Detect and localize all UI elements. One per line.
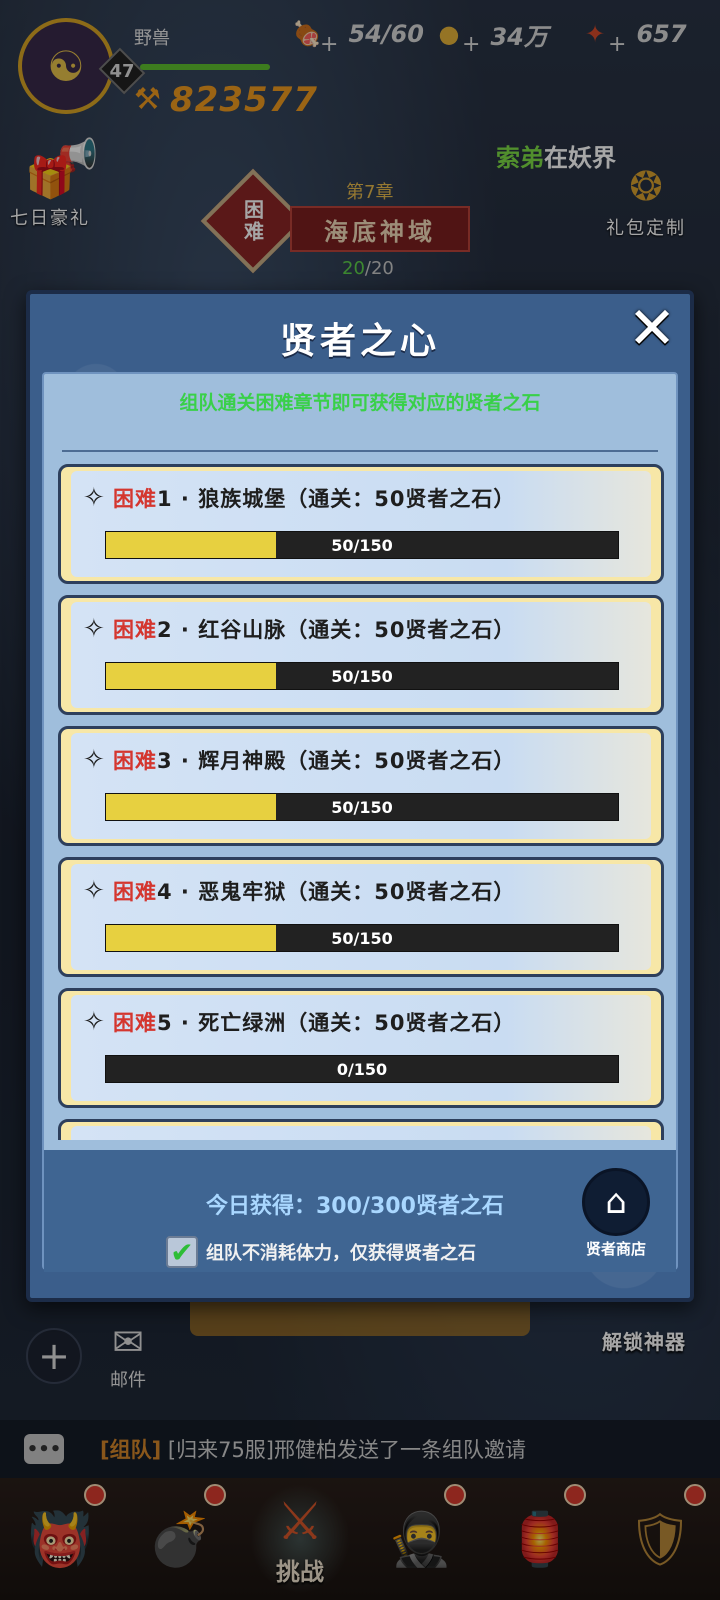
progress-text: 0/150: [336, 1059, 388, 1079]
chapter-item-name: 3 · 辉月神殿（通关：50贤者之石）: [157, 749, 516, 773]
chapter-item-difficulty: 困难: [113, 880, 157, 904]
chapter-item: ✧ 困难4 · 恶鬼牢狱（通关：50贤者之石） 50/150: [58, 857, 664, 977]
chapter-item-name: 4 · 恶鬼牢狱（通关：50贤者之石）: [157, 880, 516, 904]
chapter-item-name: 1 · 狼族城堡（通关：50贤者之石）: [157, 487, 516, 511]
item-band: [71, 1126, 651, 1140]
chapter-item-partial: [58, 1119, 664, 1140]
no-stamina-checkbox[interactable]: ✔: [166, 1235, 198, 1269]
chapter-item: ✧ 困难2 · 红谷山脉（通关：50贤者之石） 50/150: [58, 595, 664, 715]
shuriken-icon: ✧: [83, 745, 105, 775]
modal-title: 贤者之心: [279, 321, 440, 362]
progress-bar: 50/150: [105, 793, 619, 821]
chapter-item-title: 困难4 · 恶鬼牢狱（通关：50贤者之石）: [113, 876, 515, 906]
chapter-item-title: 困难2 · 红谷山脉（通关：50贤者之石）: [113, 614, 515, 644]
shuriken-icon: ✧: [83, 1007, 105, 1037]
chapter-item-difficulty: 困难: [113, 749, 157, 773]
chapter-list[interactable]: ✧ 困难1 · 狼族城堡（通关：50贤者之石） 50/150 ✧ 困难2 · 红谷山脉（…: [58, 464, 664, 1140]
chapter-item-difficulty: 困难: [113, 487, 157, 511]
today-earned: 今日获得：300/300贤者之石: [206, 1194, 504, 1219]
progress-bar: 50/150: [105, 924, 619, 952]
chapter-item-difficulty: 困难: [113, 1011, 157, 1035]
shuriken-icon: ✧: [83, 876, 105, 906]
divider: [62, 450, 658, 452]
chapter-item-name: 2 · 红谷山脉（通关：50贤者之石）: [157, 618, 516, 642]
sage-shop-button[interactable]: ⌂ 贤者商店: [574, 1168, 658, 1260]
modal-content: 组队通关困难章节即可获得对应的贤者之石 ✧ 困难1 · 狼族城堡（通关：50贤者之…: [42, 372, 678, 1272]
progress-bar: 50/150: [105, 531, 619, 559]
chapter-item-title: 困难3 · 辉月神殿（通关：50贤者之石）: [113, 745, 515, 775]
close-button[interactable]: ✕: [620, 294, 684, 362]
modal-subtitle: 组队通关困难章节即可获得对应的贤者之石: [179, 392, 541, 414]
sage-heart-modal: 贤者之心 ✕ 组队通关困难章节即可获得对应的贤者之石 ✧ 困难1 · 狼族城堡（通…: [26, 290, 694, 1302]
chapter-item-title: 困难1 · 狼族城堡（通关：50贤者之石）: [113, 483, 515, 513]
shuriken-icon: ✧: [83, 614, 105, 644]
chapter-item-title: 困难5 · 死亡绿洲（通关：50贤者之石）: [113, 1007, 515, 1037]
no-stamina-label: 组队不消耗体力，仅获得贤者之石: [206, 1243, 476, 1264]
progress-bar: 0/150: [105, 1055, 619, 1083]
progress-text: 50/150: [331, 797, 393, 817]
shop-icon: ⌂: [582, 1168, 650, 1236]
modal-footer: 今日获得：300/300贤者之石 ✔ 组队不消耗体力，仅获得贤者之石 ⌂ 贤者商…: [44, 1150, 676, 1272]
shuriken-icon: ✧: [83, 483, 105, 513]
chapter-item: ✧ 困难1 · 狼族城堡（通关：50贤者之石） 50/150: [58, 464, 664, 584]
chapter-item-name: 5 · 死亡绿洲（通关：50贤者之石）: [157, 1011, 516, 1035]
progress-text: 50/150: [331, 535, 393, 555]
sage-shop-label: 贤者商店: [585, 1240, 646, 1258]
chapter-item-difficulty: 困难: [113, 618, 157, 642]
chapter-item: ✧ 困难3 · 辉月神殿（通关：50贤者之石） 50/150: [58, 726, 664, 846]
checkmark-icon: ✔: [170, 1235, 194, 1269]
chapter-item: ✧ 困难5 · 死亡绿洲（通关：50贤者之石） 0/150: [58, 988, 664, 1108]
no-stamina-option[interactable]: ✔ 组队不消耗体力，仅获得贤者之石: [166, 1235, 476, 1269]
progress-text: 50/150: [331, 928, 393, 948]
progress-bar: 50/150: [105, 662, 619, 690]
progress-text: 50/150: [331, 666, 393, 686]
